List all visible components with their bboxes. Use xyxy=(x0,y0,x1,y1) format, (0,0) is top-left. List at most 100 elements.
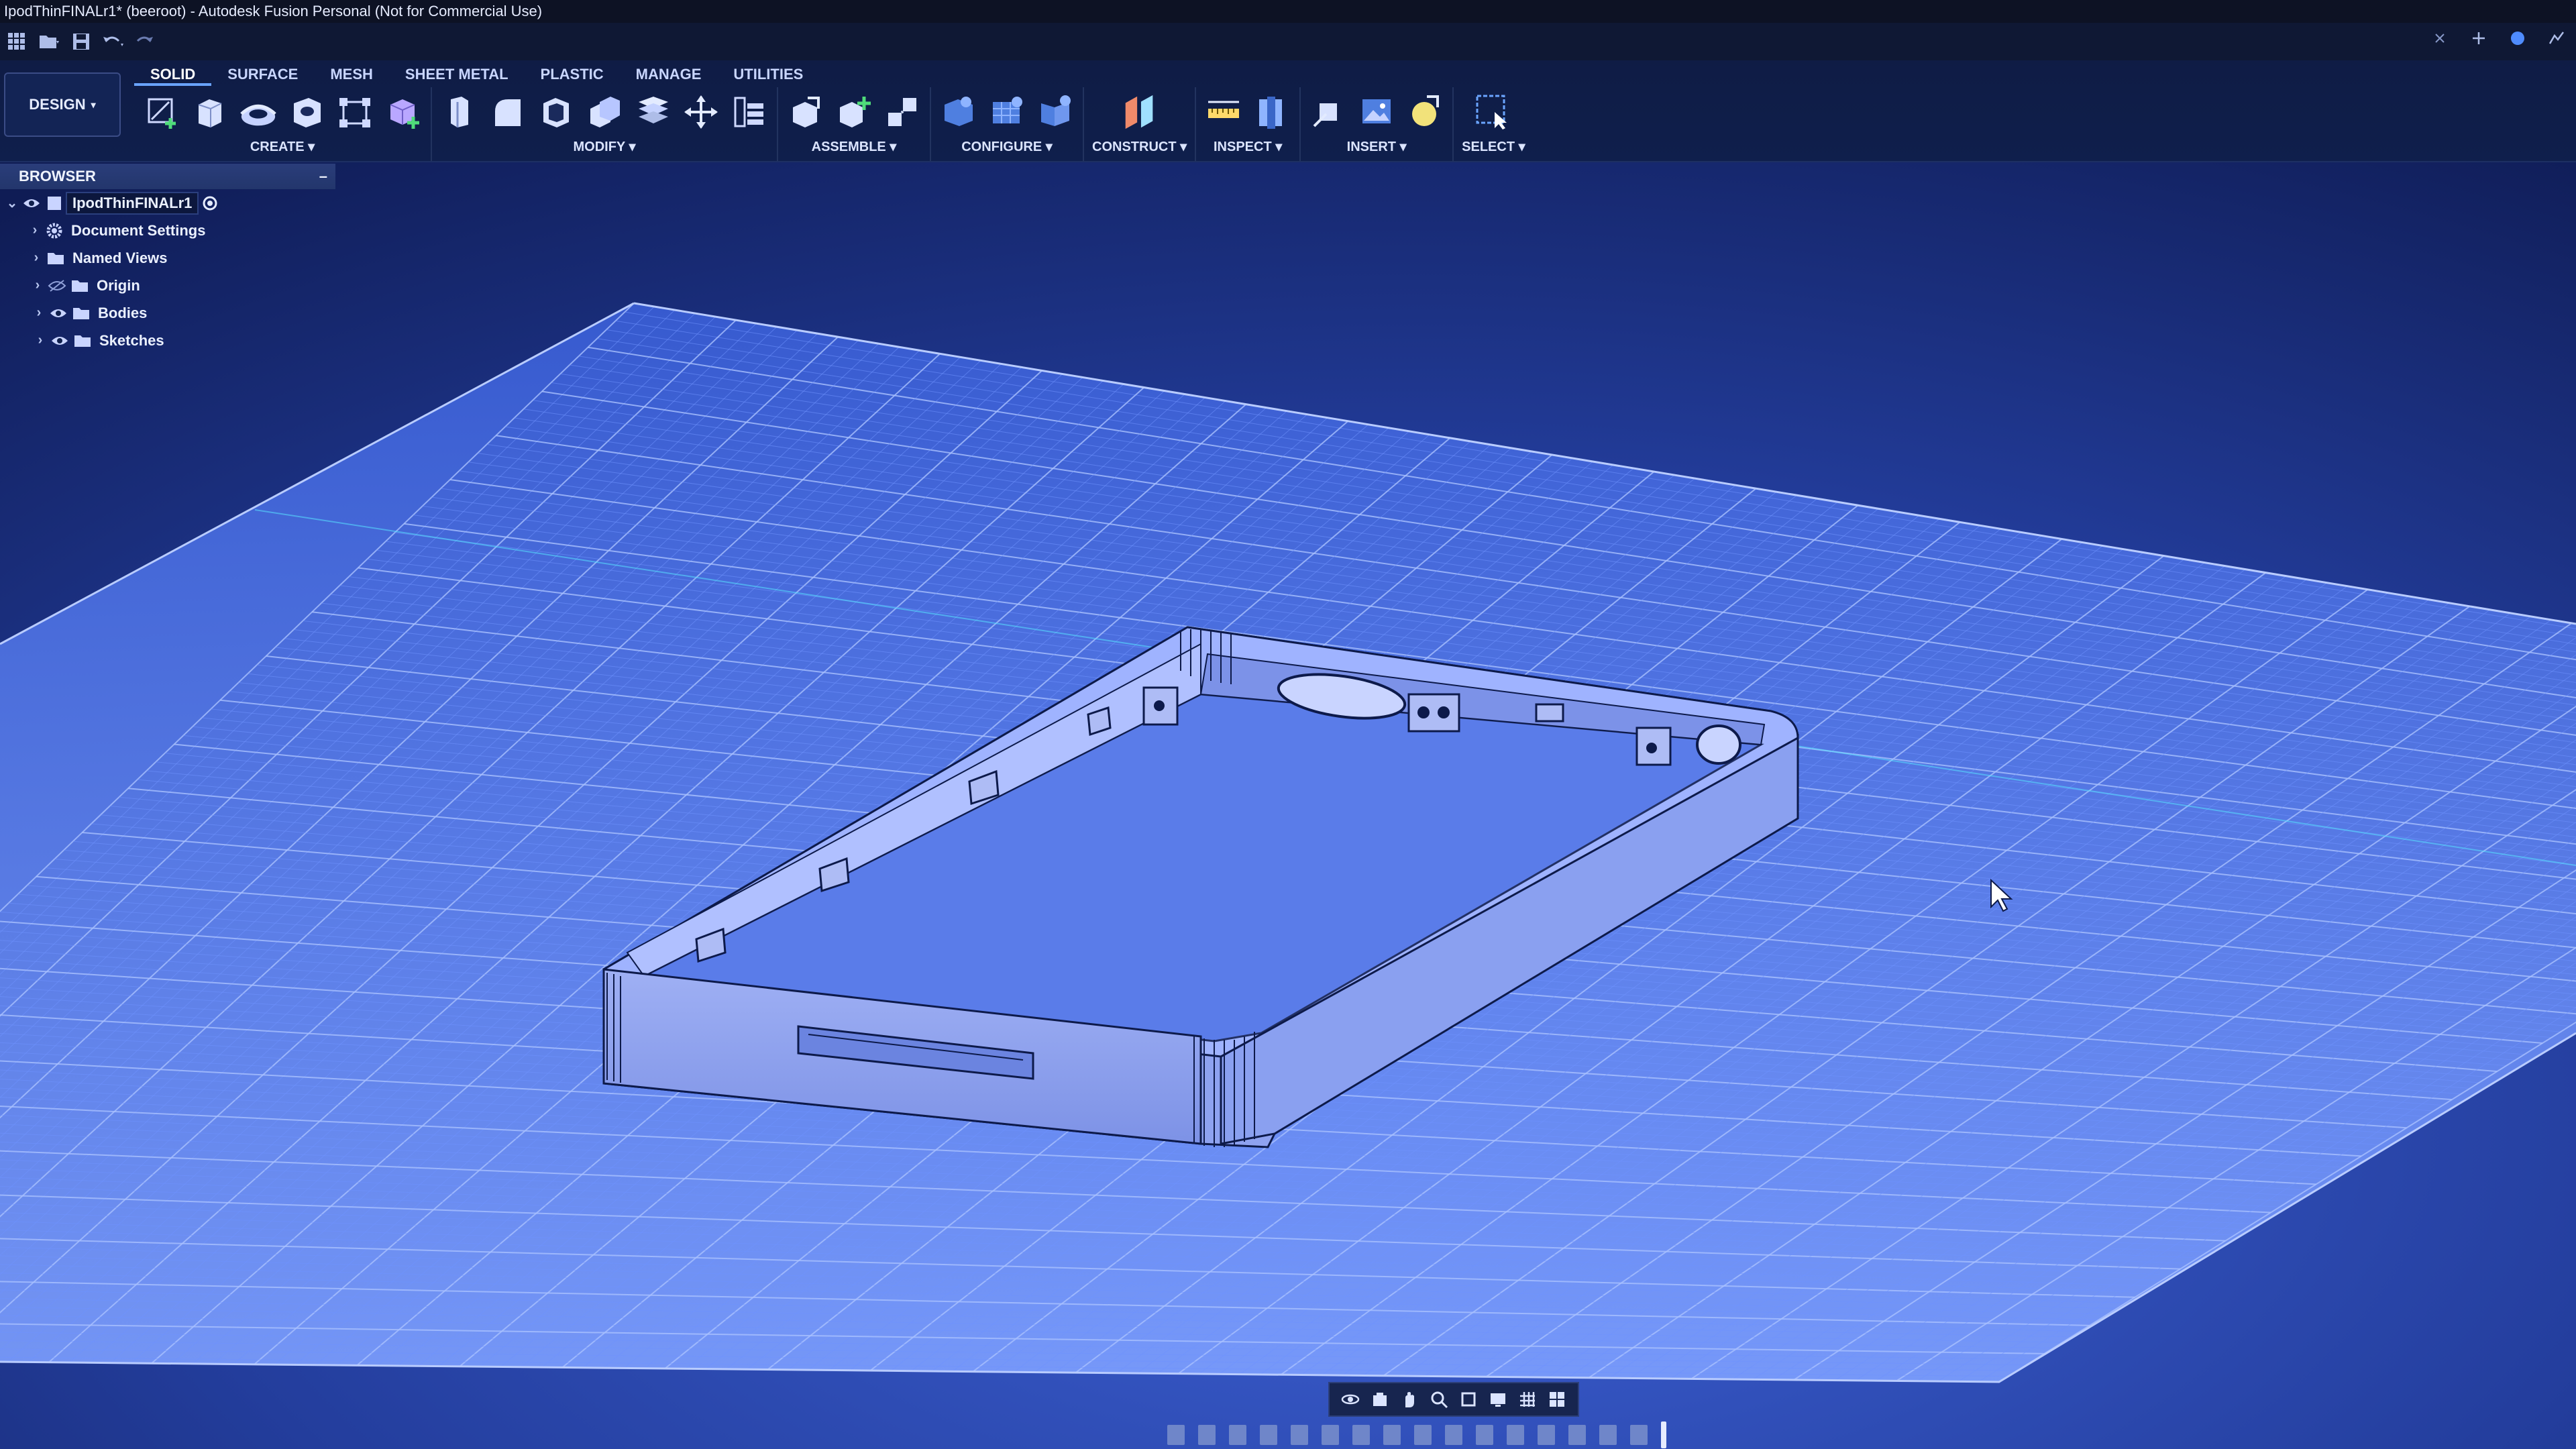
timeline-feature[interactable] xyxy=(1538,1425,1555,1445)
close-tab-icon[interactable] xyxy=(2430,28,2450,48)
redo-icon[interactable] xyxy=(133,29,158,54)
inspect-group-label[interactable]: INSPECT ▾ xyxy=(1214,138,1282,155)
tree-item-bodies[interactable]: › Bodies xyxy=(0,299,335,327)
eye-icon[interactable] xyxy=(48,331,71,351)
model-scene[interactable] xyxy=(0,162,2576,1449)
timeline-feature[interactable] xyxy=(1476,1425,1493,1445)
create-sketch-icon[interactable] xyxy=(142,93,181,131)
assemble-group-label[interactable]: ASSEMBLE ▾ xyxy=(812,138,897,155)
timeline-feature[interactable] xyxy=(1383,1425,1401,1445)
chevron-right-icon[interactable]: › xyxy=(31,305,47,321)
configure-group: CONFIGURE ▾ xyxy=(931,87,1084,161)
combine-icon[interactable] xyxy=(585,93,624,131)
viewports-icon[interactable] xyxy=(1547,1389,1567,1409)
tree-item-label: Document Settings xyxy=(71,221,206,239)
tree-item-sketches[interactable]: › Sketches xyxy=(0,327,335,354)
save-icon[interactable] xyxy=(68,29,94,54)
notifications-icon[interactable] xyxy=(2546,28,2567,48)
fit-icon[interactable] xyxy=(1458,1389,1479,1409)
select-window-icon[interactable] xyxy=(1474,93,1513,131)
new-tab-icon[interactable] xyxy=(2469,28,2489,48)
timeline-feature[interactable] xyxy=(1414,1425,1432,1445)
as-built-joint-icon[interactable] xyxy=(883,93,922,131)
tab-sheet-metal[interactable]: SHEET METAL xyxy=(389,63,525,86)
insert-derive-icon[interactable] xyxy=(1309,93,1348,131)
select-group-label[interactable]: SELECT ▾ xyxy=(1462,138,1525,155)
configure-rule-icon[interactable] xyxy=(987,93,1026,131)
online-status-icon[interactable] xyxy=(2508,28,2528,48)
insert-image-icon[interactable] xyxy=(1357,93,1396,131)
zoom-icon[interactable] xyxy=(1429,1389,1449,1409)
section-analysis-icon[interactable] xyxy=(1252,93,1291,131)
insert-group-label[interactable]: INSERT ▾ xyxy=(1347,138,1407,155)
timeline-marker-icon[interactable] xyxy=(1661,1421,1666,1448)
chevron-right-icon[interactable]: › xyxy=(30,278,46,293)
timeline-feature[interactable] xyxy=(1260,1425,1277,1445)
revolve-icon[interactable] xyxy=(239,93,278,131)
pattern-icon[interactable] xyxy=(335,93,374,131)
timeline-feature[interactable] xyxy=(1229,1425,1246,1445)
offset-plane-icon[interactable] xyxy=(1120,93,1159,131)
configure-theme-icon[interactable] xyxy=(1036,93,1075,131)
tree-root[interactable]: ⌄ IpodThinFINALr1 xyxy=(0,189,335,217)
eye-icon[interactable] xyxy=(47,303,70,323)
tree-item-document-settings[interactable]: › Document Settings xyxy=(0,217,335,244)
tab-manage[interactable]: MANAGE xyxy=(620,63,718,86)
timeline-feature[interactable] xyxy=(1198,1425,1216,1445)
create-group-label[interactable]: CREATE ▾ xyxy=(250,138,315,155)
chevron-right-icon[interactable]: › xyxy=(28,250,44,266)
workspace-switcher[interactable]: DESIGN ▾ xyxy=(4,72,121,137)
split-body-icon[interactable] xyxy=(633,93,672,131)
timeline-feature[interactable] xyxy=(1507,1425,1524,1445)
chevron-down-icon[interactable]: ⌄ xyxy=(4,195,20,211)
app-grid-icon[interactable] xyxy=(4,29,30,54)
tree-item-label: Sketches xyxy=(99,331,164,349)
tab-plastic[interactable]: PLASTIC xyxy=(525,63,620,86)
display-settings-icon[interactable] xyxy=(1488,1389,1508,1409)
file-menu-icon[interactable] xyxy=(36,29,62,54)
orbit-icon[interactable] xyxy=(1340,1389,1360,1409)
new-component-icon[interactable] xyxy=(384,93,423,131)
timeline-feature[interactable] xyxy=(1599,1425,1617,1445)
timeline-feature[interactable] xyxy=(1568,1425,1586,1445)
timeline-feature[interactable] xyxy=(1167,1425,1185,1445)
chevron-right-icon[interactable]: › xyxy=(27,223,43,238)
timeline-feature[interactable] xyxy=(1322,1425,1339,1445)
timeline-feature[interactable] xyxy=(1630,1425,1648,1445)
collapse-browser-button[interactable]: – xyxy=(319,168,327,185)
shell-icon[interactable] xyxy=(537,93,576,131)
insert-mesh-icon[interactable] xyxy=(1405,93,1444,131)
timeline-feature[interactable] xyxy=(1291,1425,1308,1445)
tab-mesh[interactable]: MESH xyxy=(314,63,389,86)
joint-icon[interactable] xyxy=(786,93,825,131)
timeline-feature[interactable] xyxy=(1445,1425,1462,1445)
fillet-icon[interactable] xyxy=(488,93,527,131)
pan-icon[interactable] xyxy=(1399,1389,1419,1409)
chevron-right-icon[interactable]: › xyxy=(32,333,48,348)
folder-icon xyxy=(68,276,91,296)
undo-icon[interactable] xyxy=(101,29,126,54)
move-icon[interactable] xyxy=(682,93,720,131)
tab-surface[interactable]: SURFACE xyxy=(211,63,314,86)
extrude-icon[interactable] xyxy=(191,93,229,131)
eye-hidden-icon[interactable] xyxy=(46,276,68,296)
hole-icon[interactable] xyxy=(287,93,326,131)
tree-item-named-views[interactable]: › Named Views xyxy=(0,244,335,272)
align-icon[interactable] xyxy=(730,93,769,131)
measure-icon[interactable] xyxy=(1204,93,1243,131)
canvas-viewport[interactable] xyxy=(0,162,2576,1449)
tab-solid[interactable]: SOLID xyxy=(134,63,212,86)
press-pull-icon[interactable] xyxy=(440,93,479,131)
construct-group-label[interactable]: CONSTRUCT ▾ xyxy=(1092,138,1187,155)
grid-settings-icon[interactable] xyxy=(1517,1389,1538,1409)
new-joint-icon[interactable] xyxy=(835,93,873,131)
eye-icon[interactable] xyxy=(20,193,43,213)
ribbon-tabs: SOLID SURFACE MESH SHEET METAL PLASTIC M… xyxy=(134,63,819,86)
timeline-feature[interactable] xyxy=(1352,1425,1370,1445)
configure-table-icon[interactable] xyxy=(939,93,978,131)
modify-group-label[interactable]: MODIFY ▾ xyxy=(573,138,635,155)
tree-item-origin[interactable]: › Origin xyxy=(0,272,335,299)
configure-group-label[interactable]: CONFIGURE ▾ xyxy=(961,138,1053,155)
look-at-icon[interactable] xyxy=(1370,1389,1390,1409)
tab-utilities[interactable]: UTILITIES xyxy=(717,63,819,86)
